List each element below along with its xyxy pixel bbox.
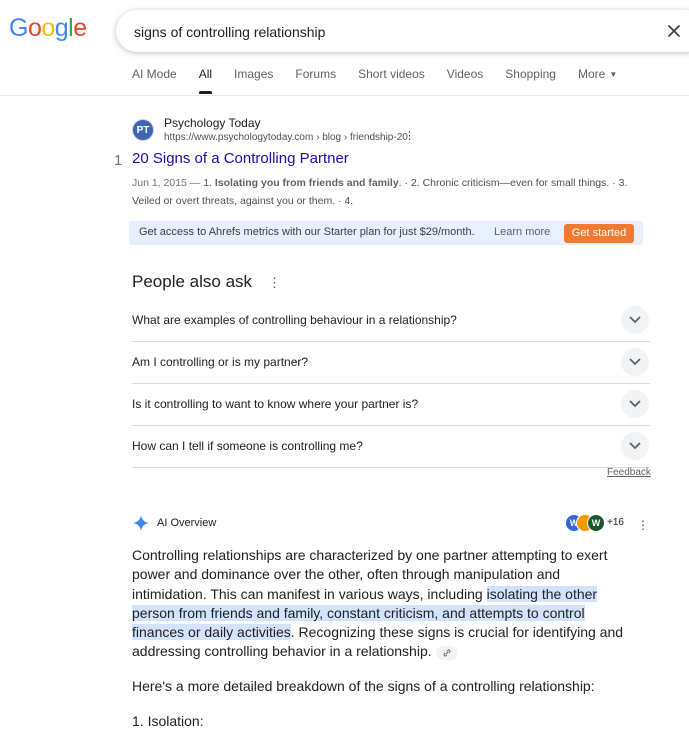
paa-question-text: Is it controlling to want to know where … <box>132 397 419 411</box>
ai-list-item: 1. Isolation: <box>132 713 204 729</box>
paa-question[interactable]: Am I controlling or is my partner? <box>132 342 650 384</box>
logo-letter: G <box>9 14 28 42</box>
site-favicon: PT <box>132 119 154 141</box>
paa-list: What are examples of controlling behavio… <box>132 300 650 468</box>
chevron-down-icon[interactable] <box>621 390 649 418</box>
result-title-link[interactable]: 20 Signs of a Controlling Partner <box>132 150 349 167</box>
chevron-down-icon[interactable] <box>621 306 649 334</box>
learn-more-link[interactable]: Learn more <box>494 226 550 238</box>
tab-videos[interactable]: Videos <box>447 66 483 96</box>
feedback-link[interactable]: Feedback <box>607 467 651 478</box>
ahrefs-text: Get access to Ahrefs metrics with our St… <box>139 226 475 238</box>
tab-all[interactable]: All <box>198 66 213 96</box>
logo-letter: e <box>73 14 87 42</box>
ai-overview-title: AI Overview <box>157 517 217 529</box>
tab-ai-mode[interactable]: AI Mode <box>132 66 177 96</box>
paa-question-text: How can I tell if someone is controlling… <box>132 439 363 453</box>
more-options-icon[interactable]: ⋮ <box>404 131 415 142</box>
more-options-icon[interactable]: ⋮ <box>268 275 281 291</box>
result-rank: 1 <box>114 152 123 169</box>
result-snippet: Jun 1, 2015 — 1. Isolating you from frie… <box>132 174 652 210</box>
ai-overview-text: Controlling relationships are characteri… <box>132 546 632 662</box>
sparkle-icon <box>133 515 149 531</box>
logo-letter: g <box>54 14 69 42</box>
result-site-name[interactable]: Psychology Today <box>164 116 261 130</box>
tab-more-label: More <box>577 67 606 81</box>
search-box <box>116 10 689 54</box>
tab-images[interactable]: Images <box>234 66 273 96</box>
logo-letter: o <box>27 14 42 42</box>
tab-more[interactable]: More ▼ <box>578 66 617 96</box>
result-url[interactable]: https://www.psychologytoday.com › blog ›… <box>164 132 408 143</box>
more-sources-count: +16 <box>607 517 624 528</box>
tab-short-videos[interactable]: Short videos <box>358 66 425 96</box>
logo-letter: o <box>41 14 55 42</box>
search-tabs: AI Mode All Images Forums Short videos V… <box>132 66 639 96</box>
ai-overview-subtext: Here's a more detailed breakdown of the … <box>132 678 595 694</box>
snippet-text: 1. <box>200 177 215 189</box>
paa-question[interactable]: What are examples of controlling behavio… <box>132 300 650 342</box>
snippet-bold: Isolating you from friends and family <box>214 177 399 189</box>
header-divider <box>0 95 689 96</box>
paa-question[interactable]: How can I tell if someone is controlling… <box>132 426 650 468</box>
paa-heading: People also ask <box>132 272 253 291</box>
source-avatar: W <box>587 514 605 532</box>
search-input[interactable] <box>132 10 636 54</box>
result-date: Jun 1, 2015 — <box>132 177 201 189</box>
chevron-down-icon[interactable] <box>621 348 649 376</box>
link-icon[interactable] <box>435 645 458 660</box>
get-started-button[interactable]: Get started <box>564 224 634 243</box>
tab-forums[interactable]: Forums <box>295 66 336 96</box>
close-icon[interactable] <box>663 20 685 42</box>
paa-question-text: What are examples of controlling behavio… <box>132 313 457 327</box>
tab-shopping[interactable]: Shopping <box>505 66 556 96</box>
chevron-down-icon[interactable] <box>621 432 649 460</box>
caret-down-icon: ▼ <box>609 69 618 79</box>
ahrefs-banner: Get access to Ahrefs metrics with our St… <box>129 221 643 245</box>
paa-question[interactable]: Is it controlling to want to know where … <box>132 384 650 426</box>
google-logo[interactable]: Google <box>9 14 87 43</box>
more-options-icon[interactable]: ⋮ <box>637 518 649 532</box>
paa-question-text: Am I controlling or is my partner? <box>132 355 309 369</box>
